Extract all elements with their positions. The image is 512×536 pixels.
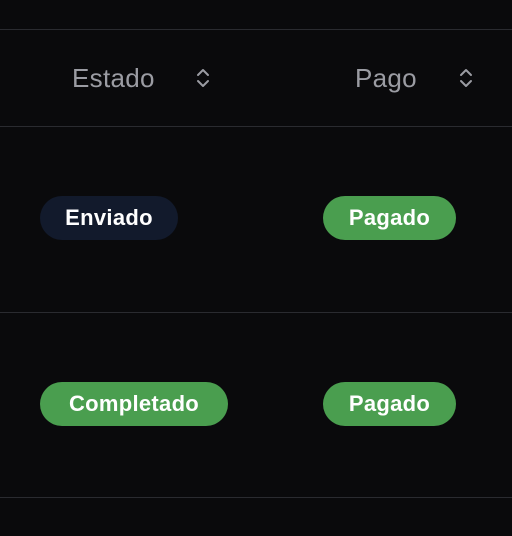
table-header-row: Estado Pago [0, 30, 512, 126]
column-header-pago-label: Pago [355, 62, 417, 93]
table-row[interactable]: Completado Pagado [0, 313, 512, 498]
status-badge-estado: Enviado [40, 196, 178, 240]
table-row[interactable]: Enviado Pagado [0, 127, 512, 312]
row-divider [0, 497, 512, 498]
status-badge-estado: Completado [40, 382, 228, 426]
column-header-pago[interactable]: Pago [355, 30, 473, 126]
sort-updown-icon[interactable] [196, 66, 210, 90]
status-badge-pago: Pagado [323, 196, 456, 240]
column-header-estado[interactable]: Estado [72, 30, 210, 126]
orders-table: Estado Pago Enviado Pagado Completado Pa… [0, 0, 512, 536]
column-header-estado-label: Estado [72, 62, 155, 93]
status-badge-pago: Pagado [323, 382, 456, 426]
sort-updown-icon[interactable] [459, 66, 473, 90]
